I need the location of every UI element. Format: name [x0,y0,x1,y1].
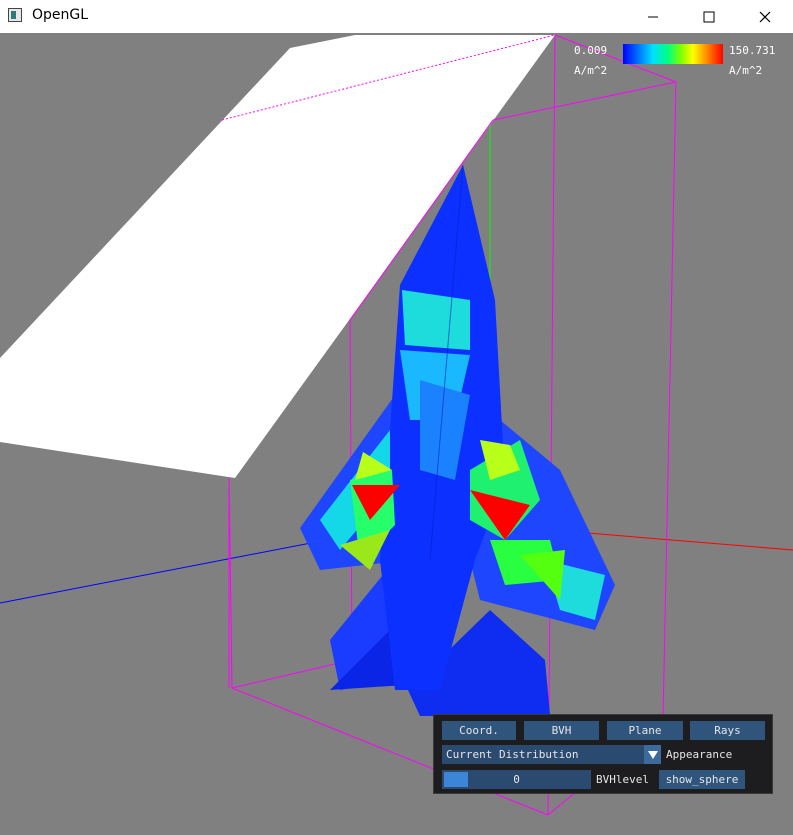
rays-button[interactable]: Rays [690,721,765,740]
bvh-level-slider[interactable]: 0 [442,770,591,789]
minimize-button[interactable] [628,0,678,33]
close-button[interactable] [740,0,790,33]
coord-button[interactable]: Coord. [442,721,516,740]
maximize-icon [703,11,715,22]
minimize-icon [648,16,658,17]
close-icon [759,11,771,22]
opengl-window: OpenGL 0.009 150.731 A/m^2 A/m^2 Coord. … [0,0,793,835]
appearance-label: Appearance [666,748,733,761]
slider-value: 0 [513,773,520,786]
dropdown-arrow-button[interactable] [644,745,661,764]
show-sphere-button[interactable]: show_sphere [659,770,745,789]
bvh-level-label: BVHlevel [596,773,649,786]
dropdown-arrow-icon [647,750,658,759]
title-bar[interactable]: OpenGL [0,0,793,33]
distribution-combo[interactable]: Current Distribution [442,745,660,764]
app-icon [8,8,22,22]
window-title: OpenGL [32,7,89,23]
bvh-button[interactable]: BVH [524,721,599,740]
plane-button[interactable]: Plane [607,721,683,740]
control-panel: Coord. BVH Plane Rays Current Distributi… [433,714,773,794]
maximize-button[interactable] [684,0,734,33]
opengl-viewport[interactable]: 0.009 150.731 A/m^2 A/m^2 Coord. BVH Pla… [0,33,793,835]
